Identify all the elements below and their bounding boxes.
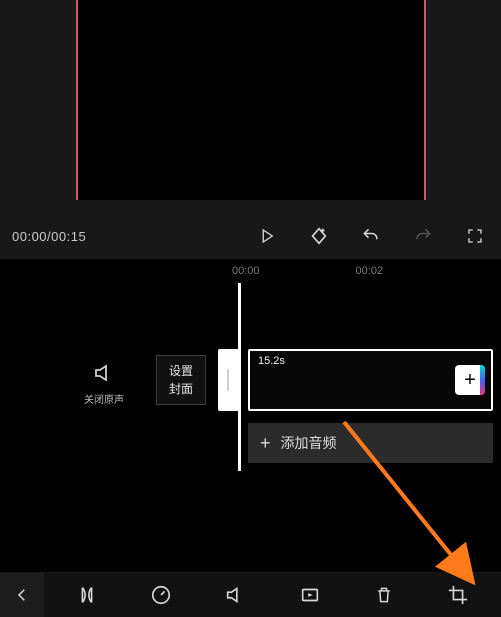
crop-icon: [447, 584, 469, 606]
time-current: 00:00: [12, 229, 47, 244]
volume-icon: [224, 584, 246, 606]
chevron-left-icon: [13, 586, 31, 604]
time-total: 00:15: [51, 229, 86, 244]
animation-icon: [299, 584, 321, 606]
tracks-area: 关闭原声 设置 封面 15.2s + + 添加音频: [0, 313, 501, 453]
plus-icon: +: [464, 370, 476, 390]
play-icon: [258, 227, 276, 245]
ruler-tick-0: 00:00: [232, 265, 260, 283]
add-audio-track-button[interactable]: + 添加音频: [248, 423, 493, 463]
fullscreen-button[interactable]: [463, 224, 487, 248]
speed-icon: [150, 584, 172, 606]
fullscreen-icon: [466, 227, 484, 245]
redo-icon: [413, 226, 433, 246]
undo-button[interactable]: [359, 224, 383, 248]
preview-canvas[interactable]: [78, 0, 424, 200]
add-clip-button[interactable]: +: [455, 365, 485, 395]
video-clip[interactable]: 15.2s +: [248, 349, 493, 411]
speed-button[interactable]: [144, 578, 178, 612]
undo-icon: [361, 226, 381, 246]
keyframe-add-button[interactable]: [307, 224, 331, 248]
cover-label-line1: 设置: [169, 362, 193, 380]
animation-button[interactable]: [293, 578, 327, 612]
set-cover-button[interactable]: 设置 封面: [156, 355, 206, 405]
volume-button[interactable]: [218, 578, 252, 612]
cover-label-line2: 封面: [169, 380, 193, 398]
preview-area: [0, 0, 501, 213]
control-bar: 00:00/00:15: [0, 213, 501, 259]
plus-icon: +: [260, 433, 271, 454]
delete-icon: [374, 584, 394, 606]
back-button[interactable]: [0, 573, 44, 617]
preview-frame: [76, 0, 426, 200]
play-button[interactable]: [255, 224, 279, 248]
timecode: 00:00/00:15: [12, 229, 86, 244]
time-ruler[interactable]: 00:00 00:02: [0, 259, 501, 283]
add-audio-label: 添加音频: [281, 433, 337, 453]
delete-button[interactable]: [367, 578, 401, 612]
keyframe-add-icon: [308, 225, 330, 247]
mute-original-audio-button[interactable]: 关闭原声: [84, 361, 124, 406]
redo-button[interactable]: [411, 224, 435, 248]
clip-duration-label: 15.2s: [258, 355, 285, 367]
bottom-toolbar: [0, 573, 501, 617]
split-icon: [76, 584, 98, 606]
clip-trim-handle-left[interactable]: [218, 349, 238, 411]
ruler-tick-1: 00:02: [356, 265, 384, 283]
mute-label: 关闭原声: [84, 391, 124, 406]
volume-off-icon: [92, 361, 116, 385]
crop-button[interactable]: [441, 578, 475, 612]
timeline-panel: 00:00 00:02 关闭原声 设置 封面 15.2s + + 添加音频: [0, 259, 501, 572]
split-button[interactable]: [70, 578, 104, 612]
playhead[interactable]: [238, 283, 241, 471]
